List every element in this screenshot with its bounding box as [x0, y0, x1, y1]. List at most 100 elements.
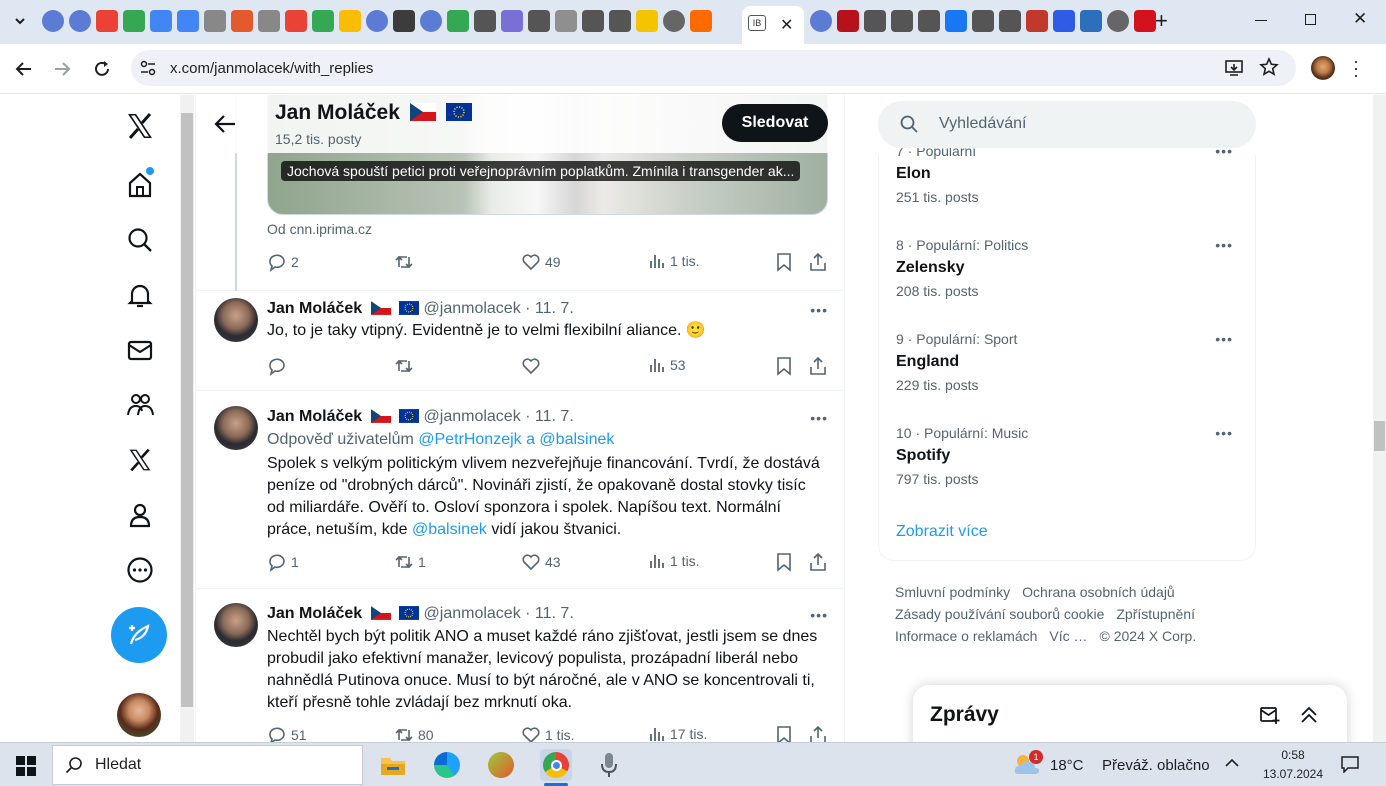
page-scrollbar[interactable] [1373, 95, 1386, 742]
timeline-scrollbar[interactable] [180, 95, 194, 742]
active-tab[interactable]: IB ✕ [742, 6, 804, 44]
new-tab-button[interactable]: + [1155, 8, 1168, 34]
site-icon[interactable] [204, 10, 226, 32]
author-avatar[interactable] [214, 603, 258, 647]
trend-item[interactable]: 10 · Populární: Music Spotify 797 tis. p… [896, 425, 1241, 487]
footer-more[interactable]: Víc … [1049, 628, 1087, 644]
tweet[interactable]: Jan Moláček @janmolacek · 11. 7. ••• Odp… [196, 392, 844, 589]
repost-button[interactable]: 1 [394, 552, 426, 572]
tweet[interactable]: Jan Moláček @janmolacek · 11. 7. ••• Jo,… [196, 292, 844, 391]
browser-menu-icon[interactable]: · · · [1353, 52, 1359, 84]
gmail-icon[interactable] [285, 10, 307, 32]
gmail-icon[interactable] [96, 10, 118, 32]
x-logo-icon[interactable] [123, 109, 157, 143]
share-button[interactable] [808, 356, 828, 376]
site-icon[interactable] [837, 10, 859, 32]
footer-terms[interactable]: Smluvní podmínky [895, 584, 1010, 600]
account-avatar[interactable] [117, 693, 161, 737]
restore-button[interactable] [1305, 14, 1316, 25]
site-icon[interactable] [891, 10, 913, 32]
trend-item[interactable]: 8 · Populární: Politics Zelensky 208 tis… [896, 237, 1241, 299]
footer-privacy[interactable]: Ochrana osobních údajů [1022, 584, 1175, 600]
messages-drawer[interactable]: Zprávy [913, 685, 1347, 742]
site-icon[interactable] [501, 10, 523, 32]
file-explorer-icon[interactable] [377, 749, 409, 781]
author-name[interactable]: Jan Moláček [267, 605, 362, 622]
globe-icon[interactable] [366, 10, 388, 32]
repost-button[interactable] [394, 252, 414, 272]
author-name[interactable]: Jan Moláček [267, 300, 362, 317]
tweet-more-icon[interactable]: ••• [810, 410, 828, 426]
tweet-date[interactable]: · 11. 7. [525, 605, 574, 622]
globe-icon[interactable] [420, 10, 442, 32]
profile-icon[interactable] [123, 498, 157, 532]
minimize-button[interactable] [1255, 20, 1267, 21]
post-compose-button[interactable] [111, 607, 167, 663]
reply-button[interactable]: 51 [267, 725, 307, 742]
reload-button[interactable] [90, 57, 114, 81]
site-icon[interactable] [690, 10, 712, 32]
views-button[interactable]: 53 [648, 356, 686, 374]
follow-button[interactable]: Sledovat [722, 104, 828, 142]
forward-button[interactable] [50, 57, 74, 81]
globe-icon[interactable] [663, 10, 685, 32]
facebook-icon[interactable] [945, 10, 967, 32]
views-button[interactable]: 1 tis. [648, 552, 700, 570]
author-name[interactable]: Jan Moláček [267, 408, 362, 425]
tweet-date[interactable]: · 11. 7. [525, 300, 574, 317]
drive-icon[interactable] [339, 10, 361, 32]
site-icon[interactable] [393, 10, 415, 32]
views-button[interactable]: 17 tis. [648, 725, 707, 742]
back-arrow-icon[interactable] [214, 114, 236, 139]
globe-icon[interactable] [69, 10, 91, 32]
like-button[interactable]: 43 [521, 552, 561, 572]
site-icon[interactable] [636, 10, 658, 32]
messages-envelope-icon[interactable] [123, 333, 157, 367]
tweet-more-icon[interactable]: ••• [810, 302, 828, 318]
taskbar-search[interactable]: Hledat [52, 745, 363, 785]
site-icon[interactable] [528, 10, 550, 32]
drive-icon[interactable] [312, 10, 334, 32]
install-app-icon[interactable] [1224, 58, 1244, 83]
tab-strip-right[interactable] [810, 10, 1156, 32]
microphone-app-icon[interactable] [593, 749, 625, 781]
bookmark-button[interactable] [775, 252, 793, 272]
site-info-icon[interactable] [140, 60, 156, 81]
bookmark-star-icon[interactable] [1259, 57, 1279, 82]
globe-icon[interactable] [1107, 10, 1129, 32]
edge-browser-icon[interactable] [431, 749, 463, 781]
bookmark-button[interactable] [775, 356, 793, 376]
site-icon[interactable] [609, 10, 631, 32]
site-icon[interactable] [999, 10, 1021, 32]
communities-icon[interactable] [123, 388, 157, 422]
more-options-icon[interactable] [123, 553, 157, 587]
like-button[interactable] [521, 356, 541, 376]
close-tab-icon[interactable]: ✕ [780, 15, 793, 35]
close-window-button[interactable]: ✕ [1353, 9, 1367, 29]
drive-icon[interactable] [447, 10, 469, 32]
url-text[interactable]: x.com/janmolacek/with_replies [170, 60, 373, 77]
globe-icon[interactable] [42, 10, 64, 32]
trend-item[interactable]: 7 · Populární Elon 251 tis. posts ••• [896, 143, 1241, 205]
mention-link[interactable]: @balsinek [412, 521, 487, 538]
link-card-source[interactable]: Od cnn.iprima.cz [267, 221, 372, 237]
share-button[interactable] [808, 725, 828, 742]
trend-more-icon[interactable]: ••• [1215, 237, 1233, 253]
notifications-icon[interactable] [1340, 755, 1360, 778]
repost-button[interactable] [394, 356, 414, 376]
site-icon[interactable] [972, 10, 994, 32]
site-icon[interactable] [1053, 10, 1075, 32]
footer-ads[interactable]: Informace o reklamách [895, 628, 1037, 644]
profile-avatar[interactable] [1311, 56, 1335, 80]
trend-more-icon[interactable]: ••• [1215, 425, 1233, 441]
tweet[interactable]: Jan Moláček @janmolacek · 11. 7. ••• Nec… [196, 590, 844, 742]
site-icon[interactable] [1134, 10, 1156, 32]
tweet-more-icon[interactable]: ••• [810, 607, 828, 623]
views-button[interactable]: 1 tis. [648, 252, 700, 270]
site-icon[interactable] [864, 10, 886, 32]
site-icon[interactable] [555, 10, 577, 32]
notifications-bell-icon[interactable] [123, 278, 157, 312]
weather-widget[interactable]: 1 18°C Převáž. oblačno [1012, 750, 1212, 781]
like-button[interactable]: 49 [521, 252, 561, 272]
bookmark-button[interactable] [775, 725, 793, 742]
